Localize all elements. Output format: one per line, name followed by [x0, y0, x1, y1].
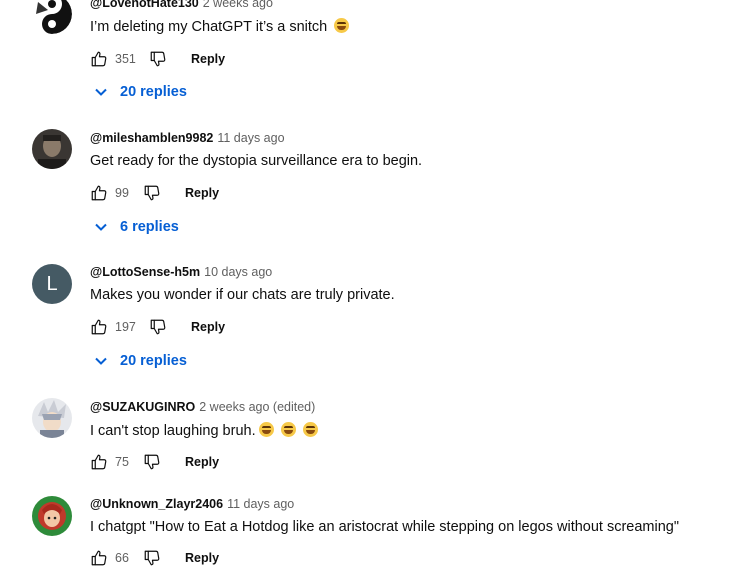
- thumbs-down-icon[interactable]: [149, 318, 167, 336]
- comment-time[interactable]: 11 days ago: [217, 131, 284, 145]
- view-replies-button[interactable]: 20 replies: [93, 84, 187, 100]
- thumbs-up-icon[interactable]: [90, 549, 108, 567]
- thumbs-down-icon[interactable]: [143, 453, 161, 471]
- comment-text-body: I can't stop laughing bruh.: [90, 423, 256, 439]
- like-count: 75: [115, 455, 129, 469]
- comment-text: Makes you wonder if our chats are truly …: [90, 287, 395, 303]
- avatar[interactable]: [32, 496, 72, 536]
- comment-time[interactable]: 11 days ago: [227, 497, 294, 511]
- thumbs-up-icon[interactable]: [90, 50, 108, 68]
- comment-time[interactable]: 10 days ago: [204, 265, 272, 279]
- view-replies-button[interactable]: 20 replies: [93, 353, 187, 369]
- like-count: 351: [115, 52, 136, 66]
- laughing-emoji: [334, 18, 350, 33]
- comment-author[interactable]: @LovenotHate130: [90, 0, 199, 10]
- comment-meta: @LottoSense-h5m 10 days ago: [90, 265, 272, 279]
- avatar[interactable]: L: [32, 264, 72, 304]
- replies-label: 6 replies: [120, 219, 179, 235]
- avatar-letter: L: [46, 272, 58, 295]
- avatar[interactable]: [32, 0, 72, 34]
- thumbs-down-icon[interactable]: [149, 50, 167, 68]
- comment-time[interactable]: 2 weeks ago (edited): [199, 400, 315, 414]
- comment-time[interactable]: 2 weeks ago: [203, 0, 273, 10]
- comment-meta: @LovenotHate130 2 weeks ago: [90, 0, 273, 10]
- thumbs-up-icon[interactable]: [90, 318, 108, 336]
- comment-author[interactable]: @mileshamblen9982: [90, 131, 213, 145]
- chevron-down-icon: [93, 84, 109, 100]
- comment-meta: @mileshamblen9982 11 days ago: [90, 131, 285, 145]
- chevron-down-icon: [93, 353, 109, 369]
- comment-text: I can't stop laughing bruh.: [90, 422, 318, 439]
- like-count: 197: [115, 320, 136, 334]
- comment-author[interactable]: @SUZAKUGINRO: [90, 400, 195, 414]
- comment-text-body: I’m deleting my ChatGPT it’s a snitch: [90, 19, 328, 35]
- comment-actions: 351 Reply: [90, 49, 225, 69]
- reply-button[interactable]: Reply: [191, 52, 225, 66]
- thumbs-up-icon[interactable]: [90, 453, 108, 471]
- reply-button[interactable]: Reply: [191, 320, 225, 334]
- thumbs-down-icon[interactable]: [143, 549, 161, 567]
- laughing-emoji: [280, 422, 296, 437]
- comment-text: I chatgpt "How to Eat a Hotdog like an a…: [90, 519, 679, 535]
- replies-label: 20 replies: [120, 353, 187, 369]
- avatar[interactable]: [32, 398, 72, 438]
- comment-text: Get ready for the dystopia surveillance …: [90, 153, 423, 169]
- replies-label: 20 replies: [120, 84, 187, 100]
- comment-author[interactable]: @Unknown_Zlayr2406: [90, 497, 223, 511]
- reply-button[interactable]: Reply: [185, 551, 219, 565]
- view-replies-button[interactable]: 6 replies: [93, 219, 179, 235]
- comment-actions: 75 Reply: [90, 452, 219, 472]
- chevron-down-icon: [93, 219, 109, 235]
- comment-meta: @Unknown_Zlayr2406 11 days ago: [90, 497, 294, 511]
- comment-actions: 99 Reply: [90, 183, 219, 203]
- thumbs-down-icon[interactable]: [143, 184, 161, 202]
- reply-button[interactable]: Reply: [185, 186, 219, 200]
- comment-actions: 66 Reply: [90, 548, 219, 568]
- like-count: 66: [115, 551, 129, 565]
- reply-button[interactable]: Reply: [185, 455, 219, 469]
- thumbs-up-icon[interactable]: [90, 184, 108, 202]
- comment-author[interactable]: @LottoSense-h5m: [90, 265, 200, 279]
- comment-actions: 197 Reply: [90, 317, 225, 337]
- laughing-emoji: [302, 422, 318, 437]
- avatar[interactable]: [32, 129, 72, 169]
- laughing-emoji: [258, 422, 274, 437]
- like-count: 99: [115, 186, 129, 200]
- comment-meta: @SUZAKUGINRO 2 weeks ago (edited): [90, 400, 315, 414]
- comment-text: I’m deleting my ChatGPT it’s a snitch: [90, 18, 350, 35]
